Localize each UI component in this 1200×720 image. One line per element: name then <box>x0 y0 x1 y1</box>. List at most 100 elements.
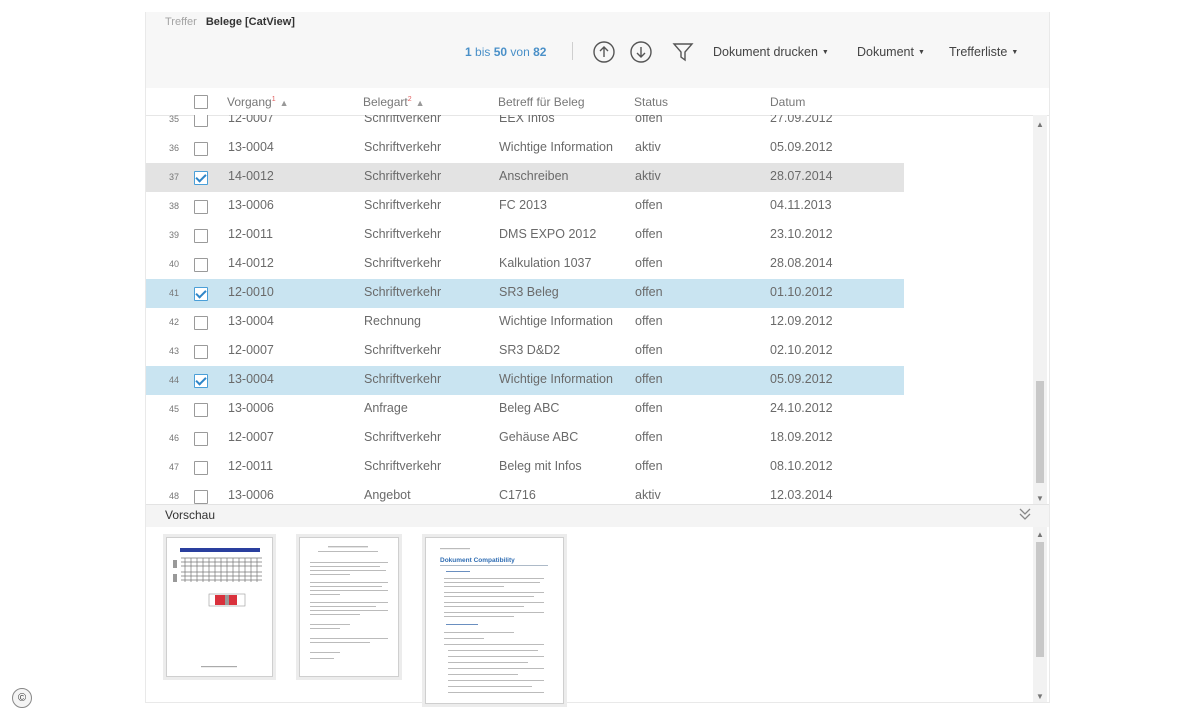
cell-belegart: Schriftverkehr <box>364 343 442 357</box>
scroll-down-arrow-icon[interactable]: ▼ <box>1036 692 1044 701</box>
cell-datum: 28.08.2014 <box>770 256 833 270</box>
hitlist-menu-label: Trefferliste <box>949 45 1008 59</box>
cell-datum: 02.10.2012 <box>770 343 833 357</box>
preview-thumbnail-3[interactable]: Dokument Compatibility <box>425 537 564 704</box>
cell-betreff: Kalkulation 1037 <box>499 256 592 270</box>
cell-datum: 01.10.2012 <box>770 285 833 299</box>
table-row[interactable]: 35 12-0007 Schriftverkehr EEX Infos offen 27.… <box>146 115 904 134</box>
scrollbar-thumb[interactable] <box>1036 542 1044 657</box>
row-checkbox[interactable] <box>194 490 208 504</box>
table-row[interactable]: 38 13-0006 Schriftverkehr FC 2013 offen 04.11… <box>146 192 904 221</box>
cell-vorgang: 13-0004 <box>228 314 274 328</box>
row-checkbox[interactable] <box>194 432 208 446</box>
select-all-checkbox[interactable] <box>194 95 208 109</box>
cell-vorgang: 13-0004 <box>228 372 274 386</box>
preview-thumbnail-2[interactable] <box>299 537 399 677</box>
table-row[interactable]: 48 13-0006 Angebot C1716 aktiv 12.03.2014 <box>146 482 904 504</box>
breadcrumb-current: Belege [CatView] <box>205 16 295 28</box>
row-checkbox[interactable] <box>194 345 208 359</box>
table-row[interactable]: 44 13-0004 Schriftverkehr Wichtige Informat… <box>146 366 904 395</box>
column-header-datum[interactable]: Datum <box>770 95 805 109</box>
cell-status: offen <box>635 227 663 241</box>
table-row[interactable]: 42 13-0004 Rechnung Wichtige Information off… <box>146 308 904 337</box>
column-status-label: Status <box>634 95 669 109</box>
table-row[interactable]: 41 12-0010 Schriftverkehr SR3 Beleg offen 01.… <box>146 279 904 308</box>
table-row[interactable]: 46 12-0007 Schriftverkehr Gehäuse ABC offen 1… <box>146 424 904 453</box>
document-menu-label: Dokument <box>857 45 914 59</box>
table-row[interactable]: 39 12-0011 Schriftverkehr DMS EXPO 2012 offe… <box>146 221 904 250</box>
cell-belegart: Schriftverkehr <box>364 256 442 270</box>
pager-von: von <box>510 45 530 59</box>
table-scrollbar[interactable]: ▲ ▼ <box>1033 115 1047 504</box>
cell-betreff: Beleg ABC <box>499 401 560 415</box>
table-row[interactable]: 40 14-0012 Schriftverkehr Kalkulation 1037 o… <box>146 250 904 279</box>
table-row[interactable]: 37 14-0012 Schriftverkehr Anschreiben aktiv 2… <box>146 163 904 192</box>
preview-doc3-heading: Dokument Compatibility <box>440 557 515 564</box>
cell-status: offen <box>635 314 663 328</box>
cell-vorgang: 12-0007 <box>228 115 274 125</box>
cell-datum: 05.09.2012 <box>770 140 833 154</box>
table-row[interactable]: 45 13-0006 Anfrage Beleg ABC offen 24.10.2012 <box>146 395 904 424</box>
breadcrumb-parent[interactable]: Treffer <box>165 16 197 28</box>
row-checkbox[interactable] <box>194 374 208 388</box>
row-checkbox[interactable] <box>194 200 208 214</box>
pager-from: 1 <box>465 45 472 59</box>
preview-thumbnail-1[interactable] <box>166 537 273 677</box>
cell-betreff: Beleg mit Infos <box>499 459 582 473</box>
column-vorgang-label: Vorgang <box>227 95 272 109</box>
row-number: 43 <box>169 346 180 356</box>
sort-order-badge: 1 <box>271 96 276 103</box>
scroll-up-arrow-icon[interactable]: ▲ <box>1036 120 1044 129</box>
row-checkbox[interactable] <box>194 142 208 156</box>
row-checkbox[interactable] <box>194 171 208 185</box>
cell-status: offen <box>635 430 663 444</box>
table-row[interactable]: 36 13-0004 Schriftverkehr Wichtige Informat… <box>146 134 904 163</box>
cell-status: offen <box>635 343 663 357</box>
row-number: 38 <box>169 201 180 211</box>
cell-status: aktiv <box>635 140 661 154</box>
cell-vorgang: 14-0012 <box>228 256 274 270</box>
scroll-down-arrow-icon[interactable]: ▼ <box>1036 494 1044 503</box>
cell-belegart: Schriftverkehr <box>364 198 442 212</box>
cell-vorgang: 13-0006 <box>228 401 274 415</box>
cell-status: offen <box>635 459 663 473</box>
column-header-vorgang[interactable]: Vorgang1 ▲ <box>227 95 289 109</box>
cell-vorgang: 14-0012 <box>228 169 274 183</box>
filter-funnel-icon[interactable] <box>671 40 695 64</box>
scrollbar-thumb[interactable] <box>1036 381 1044 483</box>
table-row[interactable]: 47 12-0011 Schriftverkehr Beleg mit Infos of… <box>146 453 904 482</box>
cell-vorgang: 12-0010 <box>228 285 274 299</box>
cell-vorgang: 13-0006 <box>228 198 274 212</box>
arrow-down-circle-icon[interactable] <box>629 40 653 64</box>
cell-status: aktiv <box>635 169 661 183</box>
caret-down-icon: ▼ <box>821 49 829 56</box>
arrow-up-circle-icon[interactable] <box>592 40 616 64</box>
cell-betreff: SR3 Beleg <box>499 285 559 299</box>
cell-betreff: Gehäuse ABC <box>499 430 579 444</box>
print-document-menu[interactable]: Dokument drucken ▼ <box>713 45 829 59</box>
preview-area: Dokument Compatibility <box>146 527 1049 704</box>
double-chevron-down-icon[interactable] <box>1019 507 1031 524</box>
cell-belegart: Rechnung <box>364 314 421 328</box>
row-checkbox[interactable] <box>194 115 208 127</box>
table-row[interactable]: 43 12-0007 Schriftverkehr SR3 D&D2 offen 02.1… <box>146 337 904 366</box>
column-header-status[interactable]: Status <box>634 95 668 109</box>
toolbar: Treffer Belege [CatView] 1 bis 50 von 82… <box>146 12 1049 88</box>
row-checkbox[interactable] <box>194 461 208 475</box>
row-checkbox[interactable] <box>194 316 208 330</box>
document-menu[interactable]: Dokument ▼ <box>857 45 925 59</box>
scroll-up-arrow-icon[interactable]: ▲ <box>1036 530 1044 539</box>
preview-scrollbar[interactable]: ▲ ▼ <box>1033 527 1047 702</box>
row-number: 47 <box>169 462 180 472</box>
row-checkbox[interactable] <box>194 258 208 272</box>
hitlist-menu[interactable]: Trefferliste ▼ <box>949 45 1018 59</box>
cell-datum: 23.10.2012 <box>770 227 833 241</box>
row-checkbox[interactable] <box>194 287 208 301</box>
row-checkbox[interactable] <box>194 229 208 243</box>
column-header-belegart[interactable]: Belegart2 ▲ <box>363 95 425 109</box>
cell-status: offen <box>635 115 663 125</box>
cell-belegart: Angebot <box>364 488 411 502</box>
row-number: 46 <box>169 433 180 443</box>
column-header-betreff[interactable]: Betreff für Beleg <box>498 95 585 109</box>
row-checkbox[interactable] <box>194 403 208 417</box>
